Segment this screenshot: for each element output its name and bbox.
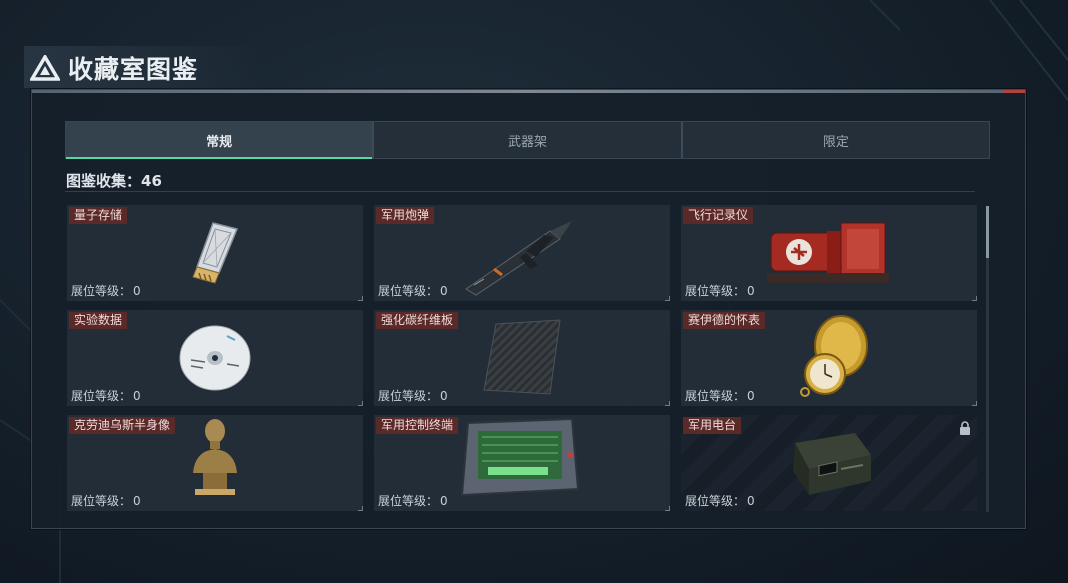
level-label: 展位等级： (378, 494, 439, 508)
divider (65, 191, 975, 192)
level-value: 0 (440, 284, 448, 298)
corner-mark (358, 506, 363, 511)
level-label: 展位等级： (685, 494, 746, 508)
tab-regular[interactable]: 常规 (66, 122, 373, 159)
level-value: 0 (133, 284, 141, 298)
collection-card[interactable]: 量子存储 展位等级： 0 (67, 205, 363, 301)
category-tabs: 常规 武器架 限定 (65, 121, 990, 159)
page-title: 收藏室图鉴 (68, 55, 199, 84)
item-level: 展位等级： 0 (69, 387, 141, 404)
item-level: 展位等级： 0 (69, 492, 141, 509)
item-name: 军用电台 (683, 417, 742, 434)
corner-mark (972, 401, 977, 406)
item-name: 实验数据 (69, 312, 128, 329)
item-name: 飞行记录仪 (683, 207, 754, 224)
level-label: 展位等级： (71, 494, 132, 508)
collection-card[interactable]: 军用控制终端 展位等级： 0 (374, 415, 670, 511)
item-level: 展位等级： 0 (376, 492, 448, 509)
level-value: 0 (747, 389, 755, 403)
item-name: 量子存储 (69, 207, 128, 224)
collection-card[interactable]: 飞行记录仪 展位等级： 0 (681, 205, 977, 301)
collection-card[interactable]: 军用炮弹 展位等级： 0 (374, 205, 670, 301)
collection-card[interactable]: 强化碳纤维板 展位等级： 0 (374, 310, 670, 406)
level-label: 展位等级： (378, 284, 439, 298)
level-value: 0 (440, 389, 448, 403)
lock-icon (960, 421, 970, 435)
item-level: 展位等级： 0 (683, 492, 755, 509)
radio-icon (793, 433, 871, 495)
item-name: 强化碳纤维板 (376, 312, 459, 329)
page-header: 收藏室图鉴 (30, 48, 198, 88)
collection-card-locked[interactable]: 军用电台 展位等级： 0 (681, 415, 977, 511)
usb-drive-icon (192, 222, 239, 284)
level-label: 展位等级： (71, 284, 132, 298)
item-level: 展位等级： 0 (683, 282, 755, 299)
level-label: 展位等级： (378, 389, 439, 403)
level-label: 展位等级： (685, 389, 746, 403)
flight-recorder-icon (767, 222, 889, 283)
corner-mark (665, 296, 670, 301)
carbon-plate-icon (483, 319, 561, 395)
missile-icon (465, 221, 572, 296)
corner-mark (665, 506, 670, 511)
item-level: 展位等级： 0 (69, 282, 141, 299)
item-name: 军用控制终端 (376, 417, 459, 434)
level-value: 0 (440, 494, 448, 508)
level-label: 展位等级： (685, 284, 746, 298)
item-name: 克劳迪乌斯半身像 (69, 417, 176, 434)
corner-mark (358, 401, 363, 406)
collection-panel: 常规 武器架 限定 图鉴收集：46 量子存储 展位等级： 0 军用炮弹 展位等级… (31, 89, 1026, 529)
scrollbar[interactable] (986, 206, 989, 512)
item-level: 展位等级： 0 (376, 387, 448, 404)
item-name: 赛伊德的怀表 (683, 312, 766, 329)
level-value: 0 (747, 494, 755, 508)
level-value: 0 (133, 389, 141, 403)
collection-grid: 量子存储 展位等级： 0 军用炮弹 展位等级： 0 飞行记录仪 展位等级： 0 … (67, 205, 977, 511)
control-terminal-icon (460, 417, 580, 497)
collection-label: 图鉴收集： (66, 172, 142, 190)
corner-mark (358, 296, 363, 301)
triangle-logo-icon (30, 55, 60, 81)
collection-card[interactable]: 克劳迪乌斯半身像 展位等级： 0 (67, 415, 363, 511)
collection-card[interactable]: 赛伊德的怀表 展位等级： 0 (681, 310, 977, 406)
item-level: 展位等级： 0 (376, 282, 448, 299)
bust-icon (193, 419, 237, 495)
level-label: 展位等级： (71, 389, 132, 403)
collection-count: 图鉴收集：46 (66, 170, 162, 191)
corner-mark (665, 401, 670, 406)
tab-weapon-rack[interactable]: 武器架 (372, 122, 680, 158)
collection-number: 46 (141, 172, 162, 190)
item-name: 军用炮弹 (376, 207, 435, 224)
corner-mark (972, 296, 977, 301)
pocket-watch-icon (800, 315, 868, 397)
disc-icon (179, 325, 251, 391)
tab-limited[interactable]: 限定 (680, 122, 989, 158)
collection-card[interactable]: 实验数据 展位等级： 0 (67, 310, 363, 406)
level-value: 0 (747, 284, 755, 298)
item-level: 展位等级： 0 (683, 387, 755, 404)
scrollbar-thumb[interactable] (986, 206, 989, 258)
level-value: 0 (133, 494, 141, 508)
panel-top-border (32, 90, 1025, 93)
